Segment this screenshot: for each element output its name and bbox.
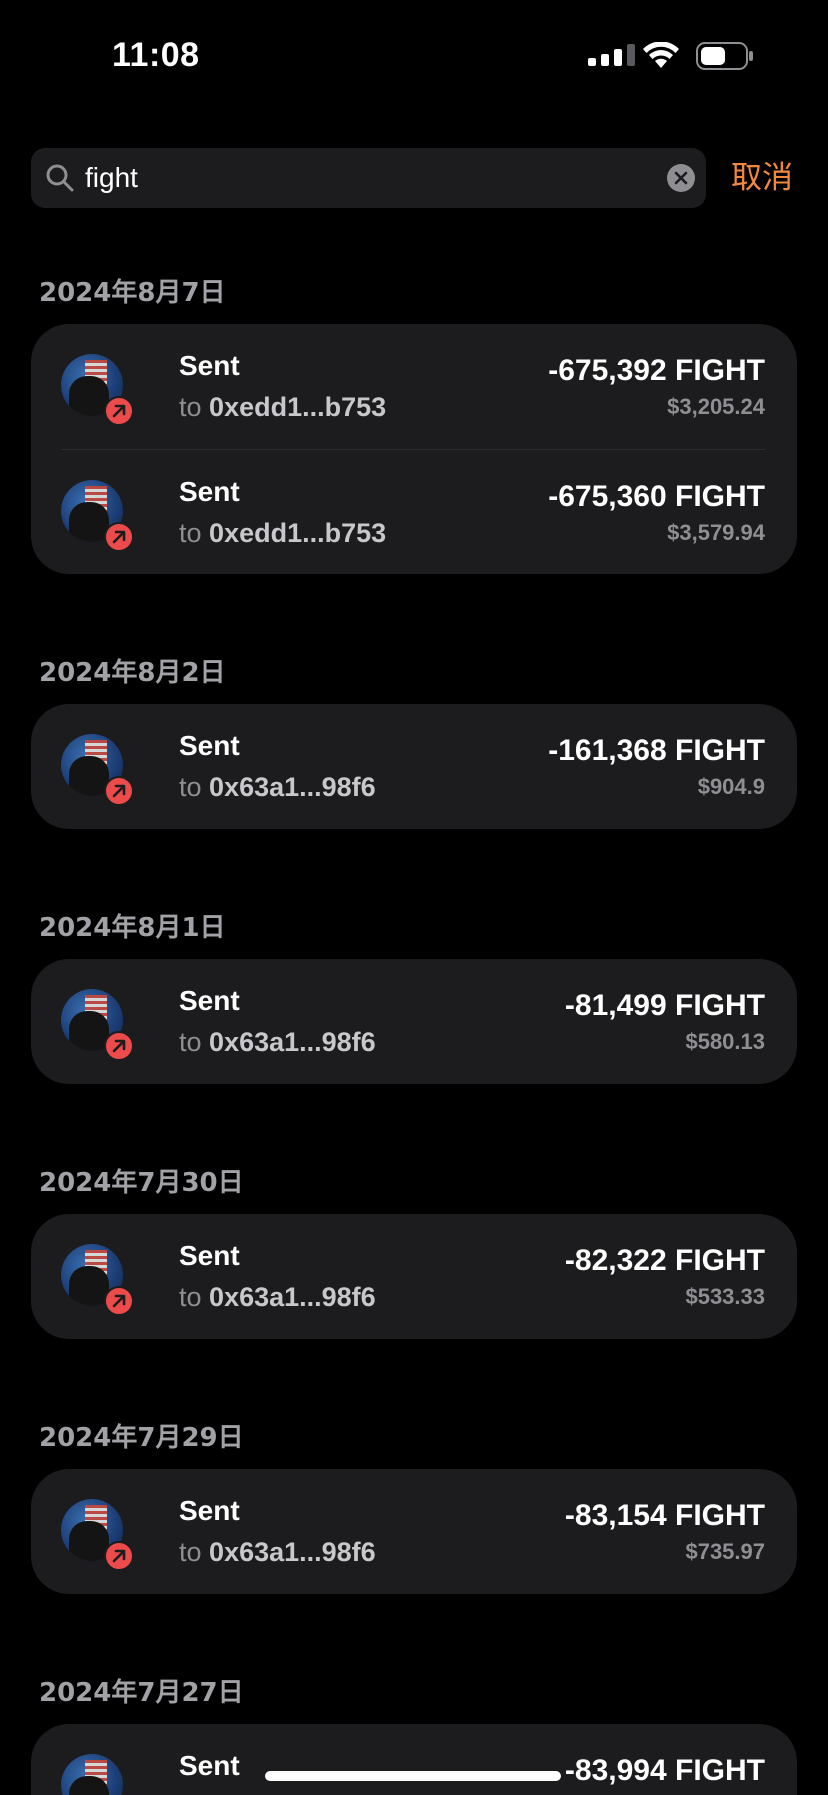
transaction-recipient: to 0xedd1...b753 [179,518,386,549]
token-amount: -81,499 FIGHT [564,989,765,1022]
figure-graphic [69,756,109,796]
usd-value: $533.33 [685,1284,765,1309]
battery-icon [696,42,753,70]
transaction-type: Sent [179,985,240,1016]
transaction-recipient: to 0x63a1...98f6 [179,1282,376,1313]
date-header: 2024年8月2日 [39,658,226,688]
arrow-up-right-icon [112,784,126,798]
date-header: 2024年7月29日 [39,1423,244,1453]
search-bar: 取消 [31,148,801,208]
transaction-row[interactable]: Sent to 0x63a1...98f6 -161,368 FIGHT $904.9 [61,704,765,829]
to-label: to [179,518,202,548]
transaction-recipient: to 0xedd1...b753 [179,392,386,423]
arrow-up-right-icon [112,1549,126,1563]
arrow-up-right-icon [112,1039,126,1053]
date-header: 2024年7月30日 [39,1168,244,1198]
usd-value: $904.9 [697,774,765,799]
cancel-button[interactable]: 取消 [731,148,793,208]
token-amount: -161,368 FIGHT [548,734,765,767]
figure-graphic [69,1266,109,1306]
transaction-row[interactable]: Sent to 0xedd1...b753 -675,360 FIGHT $3,579… [61,449,765,574]
sent-badge [104,1031,134,1061]
transaction-recipient: to 0x63a1...98f6 [179,1537,376,1568]
sent-badge [104,396,134,426]
home-indicator [265,1771,561,1781]
wifi-icon [643,42,679,68]
arrow-up-right-icon [112,530,126,544]
sent-badge [104,1541,134,1571]
transaction-list: 2024年8月7日 Sent to 0xedd1...b753 -675,392 FI… [31,270,797,1795]
transaction-type: Sent [179,1240,240,1271]
transaction-row[interactable]: Sent to 0xedd1...b753 -675,392 FIGHT $3,205… [61,324,765,449]
sent-badge [104,776,134,806]
transaction-group: 2024年8月2日 Sent to 0x63a1...98f6 -161,368 FI… [31,650,797,829]
transaction-row[interactable]: Sentto 0x63a1...98f6-83,994 FIGHT$1,398.… [61,1724,765,1795]
token-amount: -83,994 FIGHT [564,1754,765,1787]
token-amount: -82,322 FIGHT [564,1244,765,1277]
recipient-address: 0x63a1...98f6 [209,1027,376,1057]
transaction-type: Sent [179,350,240,381]
search-input[interactable] [85,148,645,208]
transaction-type: Sent [179,730,240,761]
token-amount: -675,392 FIGHT [548,354,765,387]
transaction-group: 2024年8月7日 Sent to 0xedd1...b753 -675,392 FI… [31,270,797,574]
transaction-card: Sent to 0x63a1...98f6 -161,368 FIGHT $904.9 [31,704,797,829]
transaction-row[interactable]: Sent to 0x63a1...98f6 -81,499 FIGHT $580.13 [61,959,765,1084]
transaction-card: Sent to 0x63a1...98f6 -81,499 FIGHT $580.13 [31,959,797,1084]
sent-badge [104,522,134,552]
recipient-address: 0x63a1...98f6 [209,1282,376,1312]
transaction-group: 2024年8月1日 Sent to 0x63a1...98f6 -81,499 FIG… [31,905,797,1084]
transaction-recipient: to 0x63a1...98f6 [179,772,376,803]
transaction-card: Sent to 0x63a1...98f6 -83,154 FIGHT $735.97 [31,1469,797,1594]
usd-value: $3,205.24 [667,394,765,419]
transaction-row[interactable]: Sent to 0x63a1...98f6 -82,322 FIGHT $533.33 [61,1214,765,1339]
search-field-container[interactable] [31,148,706,208]
recipient-address: 0x63a1...98f6 [209,772,376,802]
transaction-type: Sent [179,1495,240,1526]
transaction-type: Sent [179,476,240,507]
transaction-recipient: to 0x63a1...98f6 [179,1027,376,1058]
to-label: to [179,1537,202,1567]
arrow-up-right-icon [112,1294,126,1308]
recipient-address: 0x63a1...98f6 [209,1537,376,1567]
transaction-row[interactable]: Sent to 0x63a1...98f6 -83,154 FIGHT $735.97 [61,1469,765,1594]
transaction-type: Sent [179,1750,240,1781]
figure-graphic [69,502,109,542]
arrow-up-right-icon [112,404,126,418]
clear-icon [674,171,688,185]
figure-graphic [69,1011,109,1051]
transaction-card: Sentto 0x63a1...98f6-83,994 FIGHT$1,398.… [31,1724,797,1795]
usd-value: $580.13 [685,1029,765,1054]
date-header: 2024年8月1日 [39,913,226,943]
usd-value: $3,579.94 [667,520,765,545]
transaction-group: 2024年7月30日 Sent to 0x63a1...98f6 -82,322 FI… [31,1160,797,1339]
sent-badge [104,1286,134,1316]
to-label: to [179,772,202,802]
status-time: 11:08 [112,36,200,74]
recipient-address: 0xedd1...b753 [209,392,387,422]
to-label: to [179,1027,202,1057]
figure-graphic [69,376,109,416]
token-amount: -83,154 FIGHT [564,1499,765,1532]
token-amount: -675,360 FIGHT [548,480,765,513]
transaction-card: Sent to 0x63a1...98f6 -82,322 FIGHT $533.33 [31,1214,797,1339]
transaction-card: Sent to 0xedd1...b753 -675,392 FIGHT $3,205… [31,324,797,574]
figure-graphic [69,1521,109,1561]
to-label: to [179,392,202,422]
recipient-address: 0xedd1...b753 [209,518,387,548]
date-header: 2024年8月7日 [39,278,226,308]
to-label: to [179,1282,202,1312]
cellular-signal-icon [588,44,635,66]
search-icon [46,164,74,192]
token-avatar [61,1754,123,1795]
date-header: 2024年7月27日 [39,1678,244,1708]
usd-value: $735.97 [685,1539,765,1564]
clear-search-button[interactable] [667,164,695,192]
transaction-group: 2024年7月29日 Sent to 0x63a1...98f6 -83,154 FI… [31,1415,797,1594]
status-bar: 11:08 [0,0,828,110]
